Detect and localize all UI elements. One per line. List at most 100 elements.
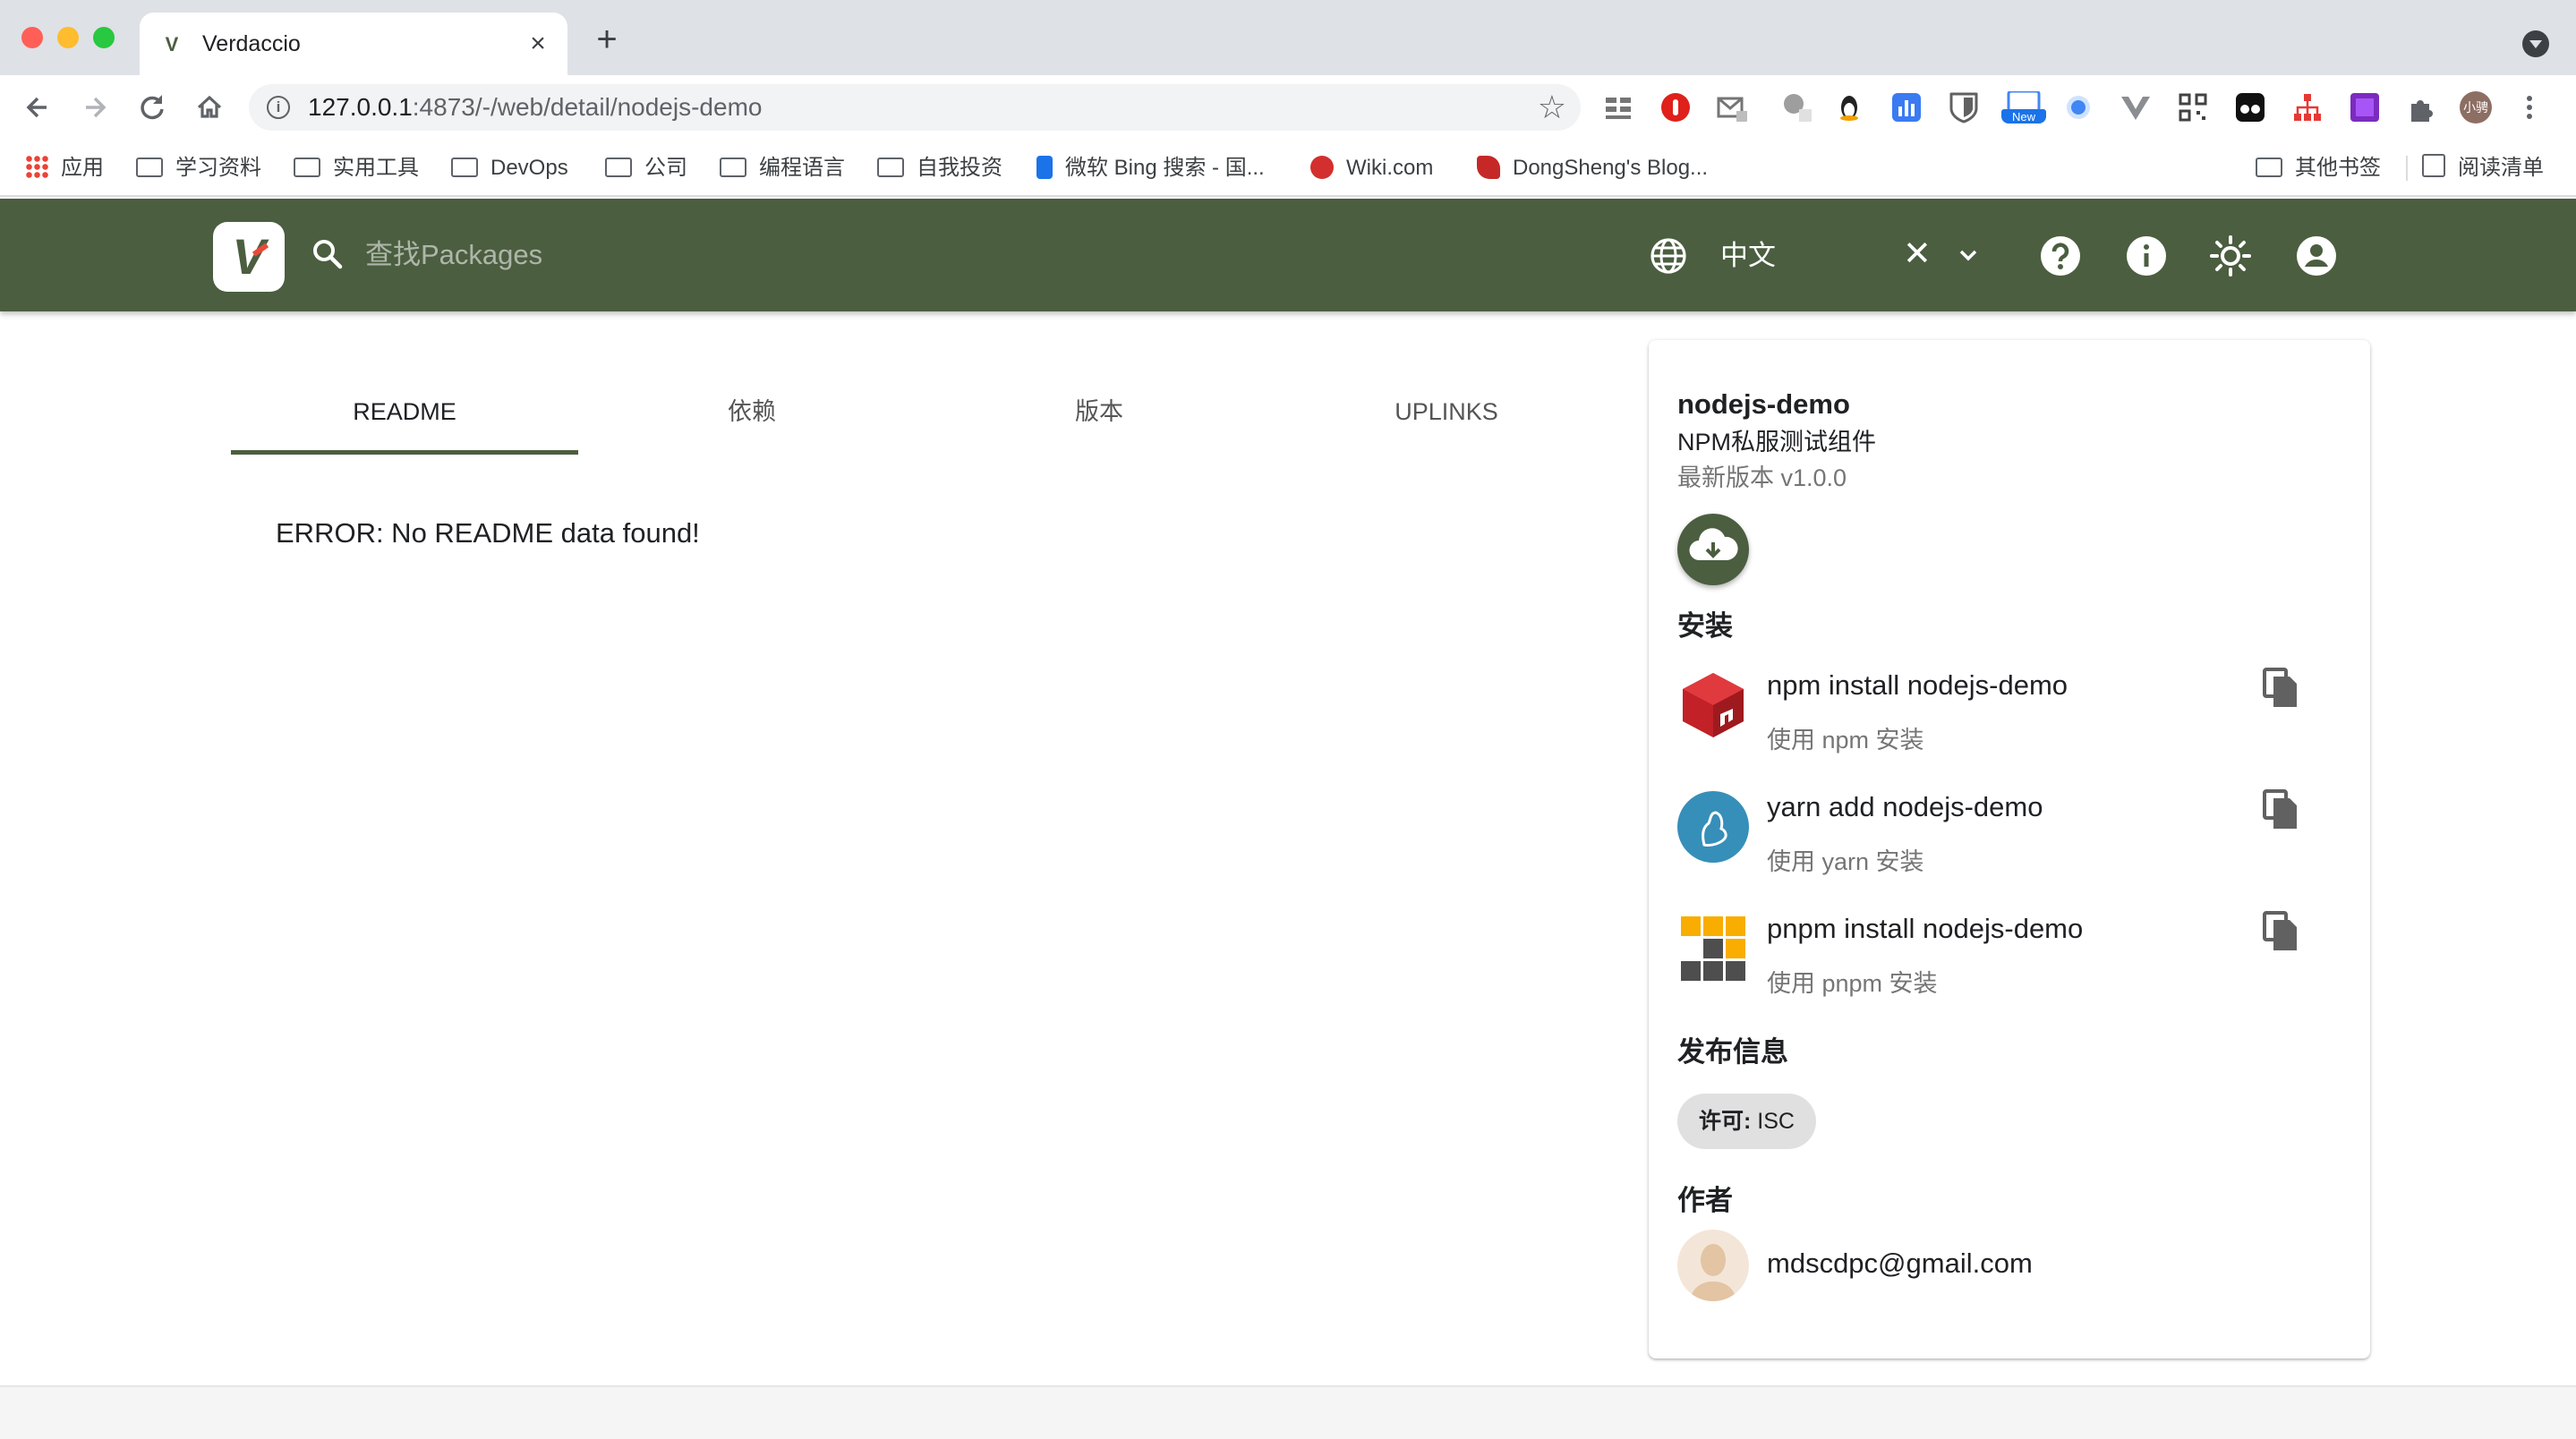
browser-tab-verdaccio[interactable]: V Verdaccio × [140, 13, 567, 75]
url-text[interactable]: 127.0.0.1:4873/-/web/detail/nodejs-demo [308, 94, 762, 121]
help-icon[interactable] [2039, 234, 2082, 277]
bookmark-reading-list[interactable]: 阅读清单 [2422, 152, 2544, 184]
tab-close-icon[interactable]: × [523, 29, 553, 59]
globe-icon [1651, 238, 1686, 274]
vue-devtools-extension-icon[interactable] [2120, 91, 2152, 123]
folder-icon [451, 158, 478, 177]
copy-icon[interactable] [2261, 666, 2302, 711]
bookmark-folder[interactable]: 自我投资 [877, 152, 1002, 184]
close-window-button[interactable] [21, 27, 43, 48]
yarn-icon [1677, 791, 1749, 863]
bookmark-separator [2406, 156, 2408, 181]
install-yarn-row: yarn add nodejs-demo 使用 yarn 安装 [1677, 777, 2341, 888]
bookmark-star-icon[interactable]: ☆ [1538, 88, 1566, 127]
package-search-input[interactable] [365, 234, 1081, 276]
verdaccio-favicon-icon: V [165, 33, 179, 55]
folder-icon [2256, 158, 2282, 177]
tab-versions[interactable]: 版本 [925, 374, 1273, 455]
info-icon[interactable] [2125, 234, 2168, 277]
bookmark-other-folder[interactable]: 其他书签 [2256, 152, 2381, 184]
back-arrow-icon[interactable] [18, 88, 57, 127]
copy-icon[interactable] [2261, 788, 2302, 832]
package-detail-tabs: README 依赖 版本 UPLINKS [231, 374, 1620, 455]
tab-search-icon[interactable] [2522, 30, 2549, 57]
bookmark-folder[interactable]: 公司 [605, 152, 687, 184]
mail-extension-icon[interactable] [1717, 91, 1749, 123]
folder-icon [877, 158, 904, 177]
page-footer [0, 1385, 2576, 1439]
profile-avatar[interactable]: 小骋 [2460, 91, 2492, 123]
spy-extension-icon[interactable] [2234, 91, 2266, 123]
new-badge-extension-icon[interactable]: New [2001, 91, 2046, 123]
forward-arrow-icon[interactable] [75, 88, 115, 127]
browser-menu-icon[interactable] [2519, 91, 2540, 123]
browser-toolbar: i 127.0.0.1:4873/-/web/detail/nodejs-dem… [0, 75, 2576, 140]
pnpm-install-hint: 使用 pnpm 安装 [1767, 970, 1938, 997]
package-name: nodejs-demo [1677, 388, 1850, 420]
bookmark-folder[interactable]: 学习资料 [136, 152, 261, 184]
download-tarball-button[interactable] [1677, 514, 1749, 585]
tab-title: Verdaccio [202, 31, 301, 56]
cloud-download-icon [1689, 528, 1738, 561]
penguin-extension-icon[interactable] [1833, 91, 1865, 123]
minimize-window-button[interactable] [57, 27, 79, 48]
language-select-value[interactable]: 中文 [1720, 236, 1776, 276]
tab-uplinks[interactable]: UPLINKS [1273, 374, 1620, 455]
theme-toggle-sun-icon[interactable] [2209, 234, 2252, 277]
author-email[interactable]: mdscdpc@gmail.com [1767, 1246, 2033, 1281]
site-info-icon[interactable]: i [267, 96, 290, 119]
install-npm-row: npm install nodejs-demo 使用 npm 安装 [1677, 655, 2341, 766]
license-chip: 许可: ISC [1677, 1094, 1816, 1149]
bookmark-folder[interactable]: 实用工具 [294, 152, 419, 184]
bookmark-apps[interactable]: 应用 [25, 152, 104, 184]
folder-icon [294, 158, 320, 177]
analytics-extension-icon[interactable] [1890, 91, 1923, 123]
app-header: V 中文 ✕ [0, 199, 2576, 311]
npm-install-hint: 使用 npm 安装 [1767, 727, 1924, 754]
new-tab-button[interactable]: + [587, 21, 627, 61]
readme-error-message: ERROR: No README data found! [276, 517, 700, 549]
browser-tab-strip: V Verdaccio × + [0, 0, 2576, 75]
yarn-install-command: yarn add nodejs-demo [1767, 791, 2043, 822]
copy-icon[interactable] [2261, 909, 2302, 954]
pnpm-install-command: pnpm install nodejs-demo [1767, 913, 2084, 944]
package-description: NPM私服测试组件 [1677, 429, 1876, 456]
reload-icon[interactable] [132, 88, 172, 127]
verdaccio-logo-mark: V [213, 227, 285, 286]
maximize-window-button[interactable] [93, 27, 115, 48]
package-sidebar-card: nodejs-demo NPM私服测试组件 最新版本 v1.0.0 安装 npm… [1649, 340, 2370, 1358]
author-section-title: 作者 [1677, 1185, 1733, 1216]
adblock-extension-icon[interactable] [1659, 91, 1692, 123]
language-clear-icon[interactable]: ✕ [1903, 234, 1932, 274]
blog-icon [1477, 156, 1500, 179]
yarn-install-hint: 使用 yarn 安装 [1767, 848, 1924, 875]
bookmark-folder[interactable]: 编程语言 [720, 152, 845, 184]
chevron-down-icon[interactable] [1957, 243, 1980, 267]
account-icon[interactable] [2295, 234, 2338, 277]
person-silhouette-icon [1690, 1244, 1736, 1301]
bookmark-blog[interactable]: DongSheng's Blog... [1477, 152, 1708, 184]
qrcode-extension-icon[interactable] [2177, 91, 2209, 123]
home-icon[interactable] [190, 88, 229, 127]
verdaccio-logo[interactable]: V [213, 222, 285, 292]
address-bar[interactable]: i 127.0.0.1:4873/-/web/detail/nodejs-dem… [249, 84, 1581, 131]
bing-icon [1036, 156, 1053, 179]
gray-extension-icon[interactable] [1781, 91, 1813, 123]
blue-circle-extension-icon[interactable] [2062, 91, 2094, 123]
folder-icon [720, 158, 746, 177]
sitemap-extension-icon[interactable] [2291, 91, 2324, 123]
author-avatar [1677, 1230, 1749, 1301]
tab-readme[interactable]: README [231, 374, 578, 455]
purple-extension-icon[interactable] [2349, 91, 2381, 123]
npm-icon [1683, 673, 1744, 737]
apps-grid-icon [25, 155, 48, 178]
tab-manager-extension-icon[interactable] [1602, 91, 1634, 123]
tab-dependencies[interactable]: 依赖 [578, 374, 925, 455]
bitwarden-extension-icon[interactable] [1948, 91, 1980, 123]
folder-icon [605, 158, 632, 177]
bookmark-folder[interactable]: DevOps [451, 152, 568, 184]
bookmark-wiki[interactable]: Wiki.com [1310, 152, 1433, 184]
extensions-puzzle-icon[interactable] [2406, 91, 2438, 123]
bookmark-bing[interactable]: 微软 Bing 搜索 - 国... [1036, 152, 1265, 184]
pnpm-icon [1681, 916, 1745, 981]
